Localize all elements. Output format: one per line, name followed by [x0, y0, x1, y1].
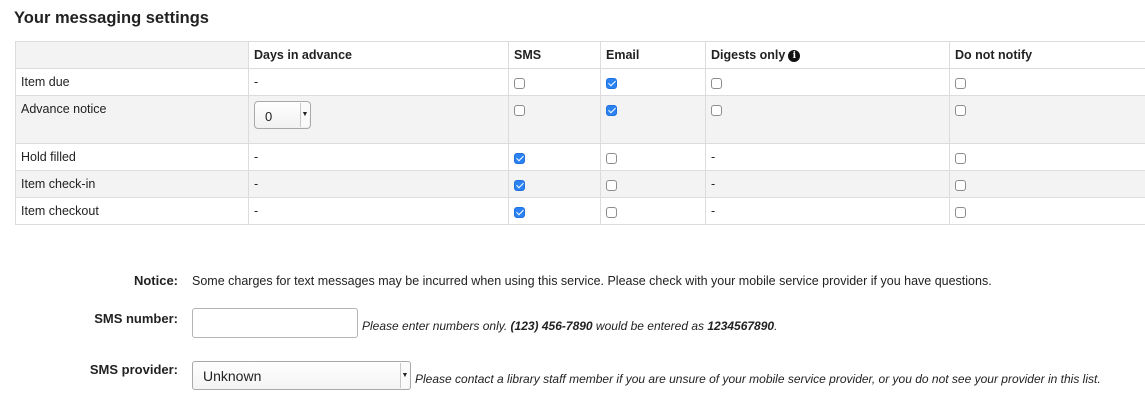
event-label: Item due	[15, 68, 249, 96]
table-row-item-check-in: Item check-in - -	[15, 170, 1145, 198]
sms-provider-hint: Please contact a library staff member if…	[415, 372, 1101, 386]
event-label: Advance notice	[15, 95, 249, 144]
table-row-hold-filled: Hold filled - -	[15, 143, 1145, 171]
event-label: Item check-in	[15, 170, 249, 198]
do-not-notify-checkbox[interactable]	[955, 78, 966, 89]
days-value: -	[248, 143, 509, 171]
sms-number-label: SMS number:	[94, 311, 178, 326]
digest-value: -	[705, 197, 950, 225]
digest-checkbox[interactable]	[711, 105, 722, 116]
event-label: Item checkout	[15, 197, 249, 225]
sms-checkbox[interactable]	[514, 180, 525, 191]
do-not-notify-checkbox[interactable]	[955, 105, 966, 116]
digest-checkbox[interactable]	[711, 78, 722, 89]
table-row-advance-notice: Advance notice 0 ▼	[15, 95, 1145, 144]
header-digests-only-label: Digests only	[711, 48, 786, 62]
table-header-row: Days in advance SMS Email Digests only i …	[15, 41, 1145, 69]
header-digests-only: Digests only i	[705, 41, 950, 69]
header-email: Email	[600, 41, 706, 69]
sms-provider-label: SMS provider:	[89, 362, 178, 377]
header-do-not-notify: Do not notify	[949, 41, 1145, 69]
days-value: -	[248, 170, 509, 198]
email-checkbox[interactable]	[606, 180, 617, 191]
sms-checkbox[interactable]	[514, 105, 525, 116]
email-checkbox[interactable]	[606, 105, 617, 116]
page-title: Your messaging settings	[14, 9, 209, 27]
info-icon[interactable]: i	[788, 50, 801, 62]
email-checkbox[interactable]	[606, 153, 617, 164]
email-checkbox[interactable]	[606, 78, 617, 89]
days-value: -	[248, 197, 509, 225]
sms-checkbox[interactable]	[514, 207, 525, 218]
sms-number-hint: Please enter numbers only. (123) 456-789…	[362, 319, 777, 333]
do-not-notify-checkbox[interactable]	[955, 153, 966, 164]
hint-middle: would be entered as	[592, 319, 708, 333]
table-row-item-due: Item due -	[15, 68, 1145, 96]
notice-text: Some charges for text messages may be in…	[192, 274, 992, 288]
header-event	[15, 41, 249, 69]
days-value: -	[248, 68, 509, 96]
notice-label: Notice:	[133, 273, 178, 288]
sms-provider-selected: Unknown	[203, 368, 262, 384]
sms-checkbox[interactable]	[514, 153, 525, 164]
event-label: Hold filled	[15, 143, 249, 171]
hint-prefix: Please enter numbers only.	[362, 319, 511, 333]
header-sms: SMS	[508, 41, 601, 69]
sms-provider-select[interactable]: Unknown ▼	[192, 361, 411, 390]
chevron-down-icon: ▼	[300, 103, 309, 127]
days-select-value: 0	[265, 109, 273, 124]
digest-value: -	[705, 143, 950, 171]
do-not-notify-checkbox[interactable]	[955, 207, 966, 218]
days-in-advance-select[interactable]: 0 ▼	[254, 101, 311, 129]
digest-value: -	[705, 170, 950, 198]
hint-result: 1234567890	[707, 319, 775, 333]
header-days-in-advance: Days in advance	[248, 41, 509, 69]
hint-suffix: .	[774, 319, 778, 333]
table-row-item-checkout: Item checkout - -	[15, 197, 1145, 225]
email-checkbox[interactable]	[606, 207, 617, 218]
do-not-notify-checkbox[interactable]	[955, 180, 966, 191]
messaging-settings-table: Days in advance SMS Email Digests only i …	[15, 41, 1145, 225]
hint-example: (123) 456-7890	[510, 319, 593, 333]
chevron-down-icon: ▼	[400, 363, 409, 388]
sms-number-input[interactable]	[192, 308, 358, 338]
sms-checkbox[interactable]	[514, 78, 525, 89]
